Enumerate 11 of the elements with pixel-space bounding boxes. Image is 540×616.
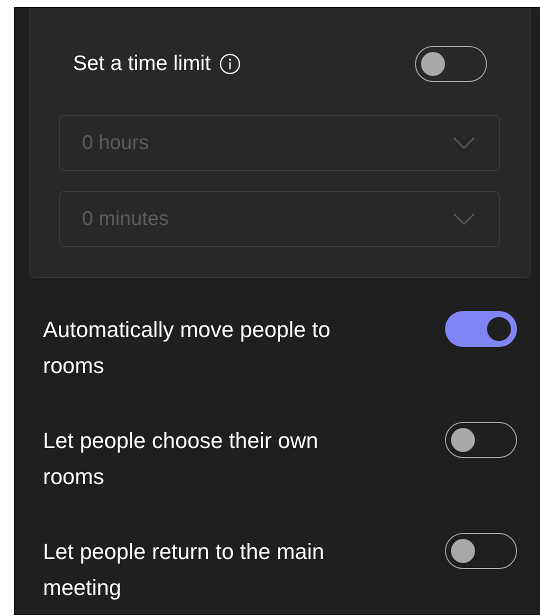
toggle-switch[interactable]	[445, 422, 517, 458]
info-icon	[218, 53, 241, 75]
toggle-switch[interactable]	[445, 311, 517, 347]
chevron-down-icon	[453, 213, 475, 225]
option-label: Let people return to the main meeting	[43, 538, 326, 602]
chevron-down-icon	[453, 137, 475, 149]
time-limit-label: Set a time limit	[73, 52, 211, 76]
toggle-switch[interactable]	[415, 46, 487, 82]
option-label: Automatically move people to rooms	[43, 316, 332, 380]
toggle-switch[interactable]	[445, 533, 517, 569]
option-label: Let people choose their own rooms	[43, 427, 320, 491]
